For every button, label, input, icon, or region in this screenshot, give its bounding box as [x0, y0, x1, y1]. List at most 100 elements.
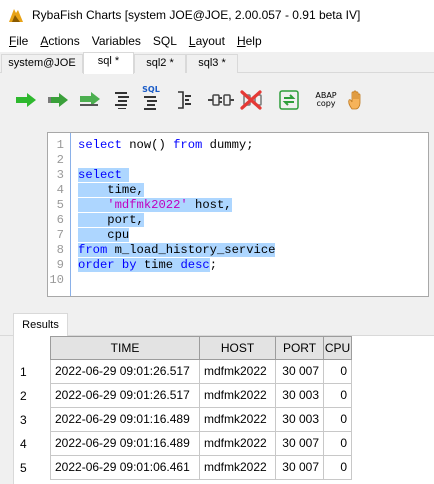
menu-label: elp	[245, 34, 262, 48]
sql-token: ;	[209, 258, 218, 272]
sql-keyword: from	[173, 138, 203, 152]
table-cell[interactable]: mdfmk2022	[199, 456, 276, 480]
table-cell[interactable]: 2022-06-29 09:01:26.517	[50, 360, 200, 384]
app-logo-icon	[9, 9, 23, 22]
code-line: select now() from dummy;	[78, 138, 254, 153]
table-cell[interactable]: 0	[323, 432, 352, 456]
disconnect-button[interactable]	[238, 88, 266, 112]
connect-plug-icon	[208, 94, 234, 106]
line-number: 7	[56, 228, 64, 242]
menu-file[interactable]: File	[2, 30, 34, 52]
tab-sql[interactable]: sql *	[83, 52, 134, 74]
sql-explain-icon	[144, 96, 157, 110]
code-line: cpu	[78, 228, 130, 243]
refresh-icon	[279, 90, 299, 110]
table-cell[interactable]: 0	[323, 360, 352, 384]
line-number: 3	[56, 168, 64, 182]
format-sql-button[interactable]	[110, 88, 134, 112]
table-cell[interactable]: 2022-06-29 09:01:26.517	[50, 384, 200, 408]
bracket-button[interactable]	[172, 88, 196, 112]
menu-help[interactable]: Help	[231, 30, 268, 52]
table-cell[interactable]: 0	[323, 384, 352, 408]
table-cell[interactable]: mdfmk2022	[199, 408, 276, 432]
sql-token: port,	[78, 213, 144, 227]
execute-selection-button[interactable]	[78, 88, 102, 112]
results-grid[interactable]: TIME HOST PORT CPU 1 2022-06-29 09:01:26.517 m…	[13, 336, 434, 484]
execute-button[interactable]	[14, 88, 38, 112]
table-cell[interactable]: 30 007	[275, 456, 324, 480]
toolbar: SQL ABAP copy	[0, 74, 434, 128]
sql-keyword: select	[78, 138, 122, 152]
editor-tab-bar: system@JOE sql * sql2 * sql3 *	[0, 52, 434, 74]
row-number[interactable]: 3	[20, 408, 27, 432]
table-cell[interactable]: 30 007	[275, 432, 324, 456]
refresh-button[interactable]	[277, 88, 301, 112]
hand-icon	[348, 90, 361, 110]
code-line: order by time desc;	[78, 258, 217, 273]
code-line: time,	[78, 183, 144, 198]
line-number: 6	[56, 213, 64, 227]
tab-system-joe[interactable]: system@JOE	[1, 54, 83, 73]
table-cell[interactable]: 30 003	[275, 384, 324, 408]
code-line: select	[78, 168, 130, 183]
bracket-icon	[178, 91, 191, 109]
tab-sql3[interactable]: sql3 *	[186, 54, 238, 73]
column-header-cpu[interactable]: CPU	[323, 336, 352, 360]
sql-token: cpu	[78, 228, 130, 242]
results-tab-bar: Results	[0, 313, 434, 337]
menu-label: ctions	[48, 34, 80, 48]
execute-all-arrow-icon	[48, 93, 68, 107]
column-header-port[interactable]: PORT	[275, 336, 324, 360]
sql-keyword: order	[78, 258, 115, 272]
table-cell[interactable]: 30 007	[275, 360, 324, 384]
menu-variables[interactable]: Variables	[86, 30, 147, 52]
sql-keyword: by	[121, 258, 137, 272]
line-number-gutter: 1 2 3 4 5 6 7 8 9 10	[48, 133, 70, 296]
table-cell[interactable]: 2022-06-29 09:01:16.489	[50, 432, 200, 456]
title-bar[interactable]: RybaFish Charts [system JOE@JOE, 2.00.05…	[0, 0, 434, 30]
code-line: from m_load_history_service	[78, 243, 276, 258]
sql-token: m_load_history_service	[107, 243, 276, 257]
column-header-host[interactable]: HOST	[199, 336, 276, 360]
table-cell[interactable]: mdfmk2022	[199, 360, 276, 384]
menu-actions[interactable]: Actions	[34, 30, 85, 52]
sql-keyword: desc	[180, 258, 210, 272]
hand-button[interactable]	[344, 88, 368, 112]
sql-token	[78, 198, 108, 212]
sql-token: now()	[121, 138, 174, 152]
menu-sql[interactable]: SQL	[147, 30, 183, 52]
tab-results[interactable]: Results	[13, 313, 68, 337]
table-cell[interactable]: mdfmk2022	[199, 384, 276, 408]
table-cell[interactable]: 0	[323, 408, 352, 432]
tab-sql2[interactable]: sql2 *	[134, 54, 186, 73]
table-cell[interactable]: 2022-06-29 09:01:06.461	[50, 456, 200, 480]
row-number[interactable]: 5	[20, 456, 27, 480]
line-number: 2	[56, 153, 64, 167]
connect-button[interactable]	[207, 88, 235, 112]
table-cell[interactable]: mdfmk2022	[199, 432, 276, 456]
table-cell[interactable]: 2022-06-29 09:01:16.489	[50, 408, 200, 432]
menu-bar: File Actions Variables SQL Layout Help	[0, 30, 434, 52]
execute-selection-arrow-icon	[80, 92, 100, 106]
code-line: port,	[78, 213, 144, 228]
execute-arrow-icon	[16, 93, 36, 107]
table-cell[interactable]: 0	[323, 456, 352, 480]
menu-accelerator: H	[236, 34, 246, 48]
gutter-separator	[70, 133, 71, 296]
table-cell[interactable]: 30 003	[275, 408, 324, 432]
abap-copy-button[interactable]: ABAP copy	[311, 88, 341, 112]
column-header-time[interactable]: TIME	[50, 336, 200, 360]
sql-explain-button[interactable]: SQL	[139, 84, 163, 114]
menu-label: ile	[16, 34, 29, 48]
row-number[interactable]: 4	[20, 432, 27, 456]
row-number[interactable]: 2	[20, 384, 27, 408]
menu-layout[interactable]: Layout	[183, 30, 231, 52]
sql-editor[interactable]: 1 2 3 4 5 6 7 8 9 10 select now() from dummy; sele…	[47, 132, 429, 297]
line-number: 8	[56, 243, 64, 257]
row-number[interactable]: 1	[20, 360, 27, 384]
menu-label: ayout	[195, 34, 225, 48]
sql-token: time,	[78, 183, 144, 197]
execute-all-button[interactable]	[46, 88, 70, 112]
line-number: 9	[56, 258, 64, 272]
sql-token: host,	[187, 198, 232, 212]
